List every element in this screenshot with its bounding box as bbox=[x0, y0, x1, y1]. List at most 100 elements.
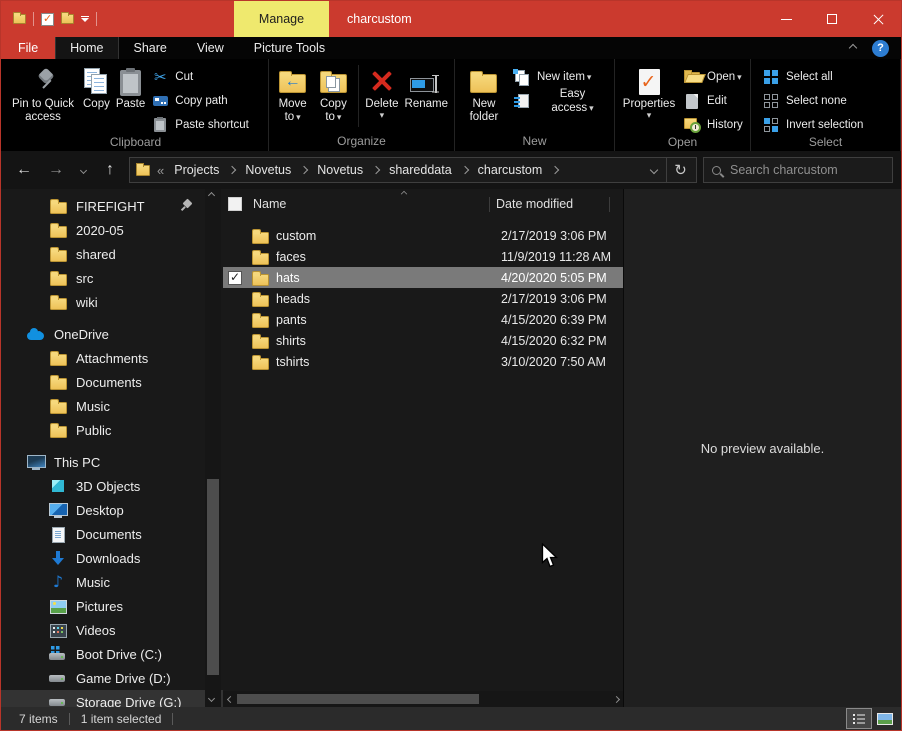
sidebar-item[interactable]: shared bbox=[1, 242, 223, 266]
folder-icon[interactable] bbox=[13, 14, 26, 24]
address-field[interactable]: « Projects Novetus Novetus bbox=[129, 157, 697, 183]
copy-path-button[interactable]: Copy path bbox=[148, 91, 252, 111]
file-row[interactable]: faces 11/9/2019 11:28 AM bbox=[223, 246, 623, 267]
select-none-button[interactable]: Select none bbox=[759, 91, 866, 111]
invert-selection-button[interactable]: Invert selection bbox=[759, 115, 866, 135]
folder-icon[interactable] bbox=[61, 14, 74, 24]
minimize-button[interactable] bbox=[763, 1, 809, 37]
breadcrumb-item[interactable]: Projects bbox=[172, 163, 221, 177]
select-all-checkbox[interactable] bbox=[228, 197, 242, 211]
sidebar-item[interactable]: FIREFIGHT bbox=[1, 194, 223, 218]
breadcrumb-item[interactable]: Novetus bbox=[243, 163, 293, 177]
cut-button[interactable]: Cut bbox=[148, 67, 252, 87]
refresh-icon[interactable]: ↻ bbox=[666, 158, 694, 182]
scroll-up-icon[interactable] bbox=[208, 192, 215, 199]
chevron-right-icon[interactable] bbox=[551, 166, 559, 174]
sidebar-item[interactable]: 2020-05 bbox=[1, 218, 223, 242]
scrollbar-thumb[interactable] bbox=[237, 694, 479, 704]
file-row[interactable]: custom 2/17/2019 3:06 PM bbox=[223, 225, 623, 246]
tab-file[interactable]: File bbox=[1, 37, 55, 59]
file-row[interactable]: tshirts 3/10/2020 7:50 AM bbox=[223, 351, 623, 372]
column-separator[interactable] bbox=[489, 197, 490, 212]
sidebar-item[interactable]: Storage Drive (G:) bbox=[1, 690, 223, 707]
sidebar-item[interactable]: This PC bbox=[1, 450, 223, 474]
new-item-button[interactable]: New item bbox=[510, 67, 611, 87]
history-button[interactable]: History bbox=[680, 115, 746, 135]
select-all-button[interactable]: Select all bbox=[759, 67, 866, 87]
edit-button[interactable]: Edit bbox=[680, 91, 746, 111]
breadcrumb-item[interactable]: charcustom bbox=[476, 163, 545, 177]
scrollbar-thumb[interactable] bbox=[207, 479, 219, 675]
sidebar-item[interactable]: 3D Objects bbox=[1, 474, 223, 498]
properties-check-icon[interactable] bbox=[41, 13, 54, 26]
scroll-left-icon[interactable] bbox=[223, 697, 237, 702]
column-header-name[interactable]: Name bbox=[253, 197, 286, 211]
copy-button[interactable]: Copy bbox=[80, 62, 113, 111]
scroll-right-icon[interactable] bbox=[609, 697, 623, 702]
close-button[interactable] bbox=[855, 1, 901, 37]
row-checkbox[interactable] bbox=[228, 271, 242, 285]
column-header-date-modified[interactable]: Date modified bbox=[496, 197, 573, 211]
file-row[interactable]: hats 4/20/2020 5:05 PM bbox=[223, 267, 623, 288]
search-box[interactable] bbox=[703, 157, 893, 183]
sidebar-item[interactable]: Documents bbox=[1, 522, 223, 546]
sidebar-item[interactable]: Music bbox=[1, 570, 223, 594]
address-dropdown-icon[interactable] bbox=[642, 167, 666, 173]
tab-share[interactable]: Share bbox=[119, 37, 182, 59]
column-header-row: Name Date modified bbox=[223, 189, 623, 219]
sidebar-item[interactable]: Videos bbox=[1, 618, 223, 642]
sidebar-item[interactable]: Attachments bbox=[1, 346, 223, 370]
sidebar-item[interactable]: Downloads bbox=[1, 546, 223, 570]
column-separator[interactable] bbox=[609, 197, 610, 212]
sidebar-item[interactable]: Pictures bbox=[1, 594, 223, 618]
paste-shortcut-button[interactable]: Paste shortcut bbox=[148, 115, 252, 135]
breadcrumb-item[interactable]: shareddata bbox=[387, 163, 454, 177]
file-row[interactable]: shirts 4/15/2020 6:32 PM bbox=[223, 330, 623, 351]
sidebar-item[interactable]: Game Drive (D:) bbox=[1, 666, 223, 690]
file-row[interactable]: pants 4/15/2020 6:39 PM bbox=[223, 309, 623, 330]
new-folder-button[interactable]: New folder bbox=[458, 62, 510, 124]
sidebar-item[interactable]: wiki bbox=[1, 290, 223, 314]
move-to-button[interactable]: Move to bbox=[272, 62, 313, 124]
details-view-button[interactable] bbox=[847, 709, 871, 728]
sidebar-item[interactable]: Music bbox=[1, 394, 223, 418]
pin-to-quick-access-button[interactable]: Pin to Quick access bbox=[6, 62, 80, 124]
horizontal-scrollbar[interactable] bbox=[223, 691, 623, 707]
breadcrumb-item[interactable]: Novetus bbox=[315, 163, 365, 177]
collapse-ribbon-icon[interactable] bbox=[849, 44, 857, 52]
back-arrow-icon[interactable]: ← bbox=[11, 157, 37, 183]
sidebar-item[interactable]: Public bbox=[1, 418, 223, 442]
maximize-button[interactable] bbox=[809, 1, 855, 37]
sidebar-item[interactable]: Boot Drive (C:) bbox=[1, 642, 223, 666]
up-arrow-icon[interactable]: ↑ bbox=[97, 157, 123, 183]
chevron-right-icon[interactable] bbox=[372, 166, 380, 174]
scroll-down-icon[interactable] bbox=[208, 695, 215, 702]
search-input[interactable] bbox=[730, 163, 884, 177]
file-row[interactable]: heads 2/17/2019 3:06 PM bbox=[223, 288, 623, 309]
copy-to-button[interactable]: Copy to bbox=[313, 62, 353, 124]
chevron-right-icon[interactable] bbox=[300, 166, 308, 174]
thumbnail-view-button[interactable] bbox=[873, 709, 897, 728]
rename-button[interactable]: Rename bbox=[402, 62, 451, 111]
sidebar-scrollbar[interactable] bbox=[205, 189, 221, 707]
delete-button[interactable]: Delete bbox=[362, 62, 401, 118]
paste-button[interactable]: Paste bbox=[113, 62, 148, 111]
manage-contextual-tab[interactable]: Manage bbox=[234, 1, 329, 37]
tab-picture-tools[interactable]: Picture Tools bbox=[239, 37, 340, 59]
open-button[interactable]: Open bbox=[680, 67, 746, 87]
recent-locations-chevron-icon[interactable] bbox=[75, 157, 91, 183]
easy-access-button[interactable]: Easy access bbox=[510, 91, 611, 111]
properties-button[interactable]: Properties bbox=[618, 62, 680, 118]
customize-qat-dropdown-icon[interactable] bbox=[81, 16, 89, 22]
chevron-right-icon[interactable] bbox=[228, 166, 236, 174]
sidebar-item[interactable]: Desktop bbox=[1, 498, 223, 522]
help-icon[interactable]: ? bbox=[872, 40, 889, 57]
breadcrumb-overflow[interactable]: « bbox=[157, 163, 164, 178]
chevron-right-icon[interactable] bbox=[460, 166, 468, 174]
tab-view[interactable]: View bbox=[182, 37, 239, 59]
sidebar-item[interactable]: src bbox=[1, 266, 223, 290]
sidebar-item[interactable]: OneDrive bbox=[1, 322, 223, 346]
forward-arrow-icon[interactable]: → bbox=[43, 157, 69, 183]
tab-home[interactable]: Home bbox=[55, 37, 118, 59]
sidebar-item[interactable]: Documents bbox=[1, 370, 223, 394]
